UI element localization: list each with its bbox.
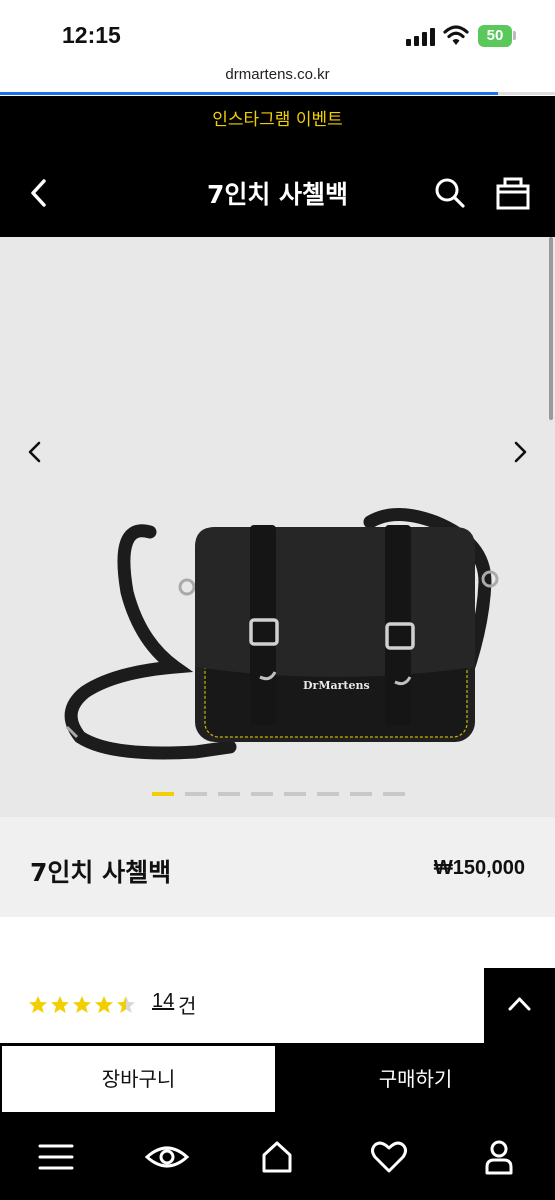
gallery-dot[interactable] — [185, 792, 207, 796]
star-icon — [73, 996, 91, 1013]
gallery-dot[interactable] — [350, 792, 372, 796]
status-time: 12:15 — [62, 22, 121, 48]
page-title: 7인치 사첼백 — [206, 180, 349, 209]
user-icon — [485, 1140, 513, 1175]
chevron-right-icon — [514, 441, 527, 463]
cellular-signal-icon — [406, 28, 436, 46]
product-price: ₩150,000 — [433, 857, 525, 879]
review-count-link[interactable]: 14 — [152, 990, 174, 1013]
battery-icon: 50 — [478, 25, 512, 47]
add-to-cart-button[interactable]: 장바구니 — [2, 1046, 275, 1112]
page-header: 7인치 사첼백 — [0, 145, 555, 237]
wifi-icon — [443, 25, 469, 45]
chevron-up-icon — [508, 997, 531, 1011]
gallery-dot[interactable] — [152, 792, 174, 796]
tab-menu[interactable] — [34, 1135, 78, 1179]
status-bar: 12:15 50 — [0, 0, 555, 62]
promo-banner[interactable]: 인스타그램 이벤트 — [0, 96, 555, 145]
product-image-gallery[interactable]: DrMartens — [0, 237, 555, 817]
page-load-progress — [0, 92, 498, 95]
product-image: DrMartens — [64, 508, 499, 760]
home-icon — [262, 1141, 292, 1173]
menu-icon — [38, 1144, 74, 1170]
eye-icon — [144, 1146, 190, 1168]
scroll-to-top-button[interactable] — [484, 968, 555, 1043]
purchase-actions: 장바구니 구매하기 — [0, 1043, 555, 1115]
tab-recently-viewed[interactable] — [144, 1135, 190, 1179]
gallery-dot[interactable] — [218, 792, 240, 796]
heart-icon — [371, 1141, 407, 1173]
bottom-tab-bar — [0, 1115, 555, 1200]
star-icon — [51, 996, 69, 1013]
page-scrollbar[interactable] — [549, 237, 553, 420]
gallery-dot[interactable] — [284, 792, 306, 796]
review-count-unit: 건 — [178, 994, 197, 1018]
gallery-dot[interactable] — [251, 792, 273, 796]
url-text[interactable]: drmartens.co.kr — [0, 66, 555, 83]
battery-level: 50 — [486, 27, 504, 44]
star-icon — [29, 996, 47, 1013]
product-name: 7인치 사첼백 — [30, 858, 172, 887]
tab-account[interactable] — [477, 1135, 521, 1179]
star-icon — [95, 996, 113, 1013]
bag-brand-logo: DrMartens — [303, 679, 370, 692]
tab-wishlist[interactable] — [367, 1135, 411, 1179]
gallery-next-button[interactable] — [505, 437, 535, 467]
star-icon — [117, 996, 135, 1013]
browser-url-bar[interactable]: drmartens.co.kr — [0, 62, 555, 96]
gallery-prev-button[interactable] — [20, 437, 50, 467]
chevron-left-icon — [28, 441, 41, 463]
gallery-dot[interactable] — [317, 792, 339, 796]
cart-button[interactable] — [492, 173, 534, 213]
gallery-dot[interactable] — [383, 792, 405, 796]
buy-now-button[interactable]: 구매하기 — [276, 1046, 555, 1112]
search-icon — [435, 178, 465, 208]
product-info: 7인치 사첼백 ₩150,000 — [0, 817, 555, 917]
search-button[interactable] — [430, 173, 470, 213]
shopping-bag-icon — [496, 177, 530, 210]
tab-home[interactable] — [255, 1135, 299, 1179]
